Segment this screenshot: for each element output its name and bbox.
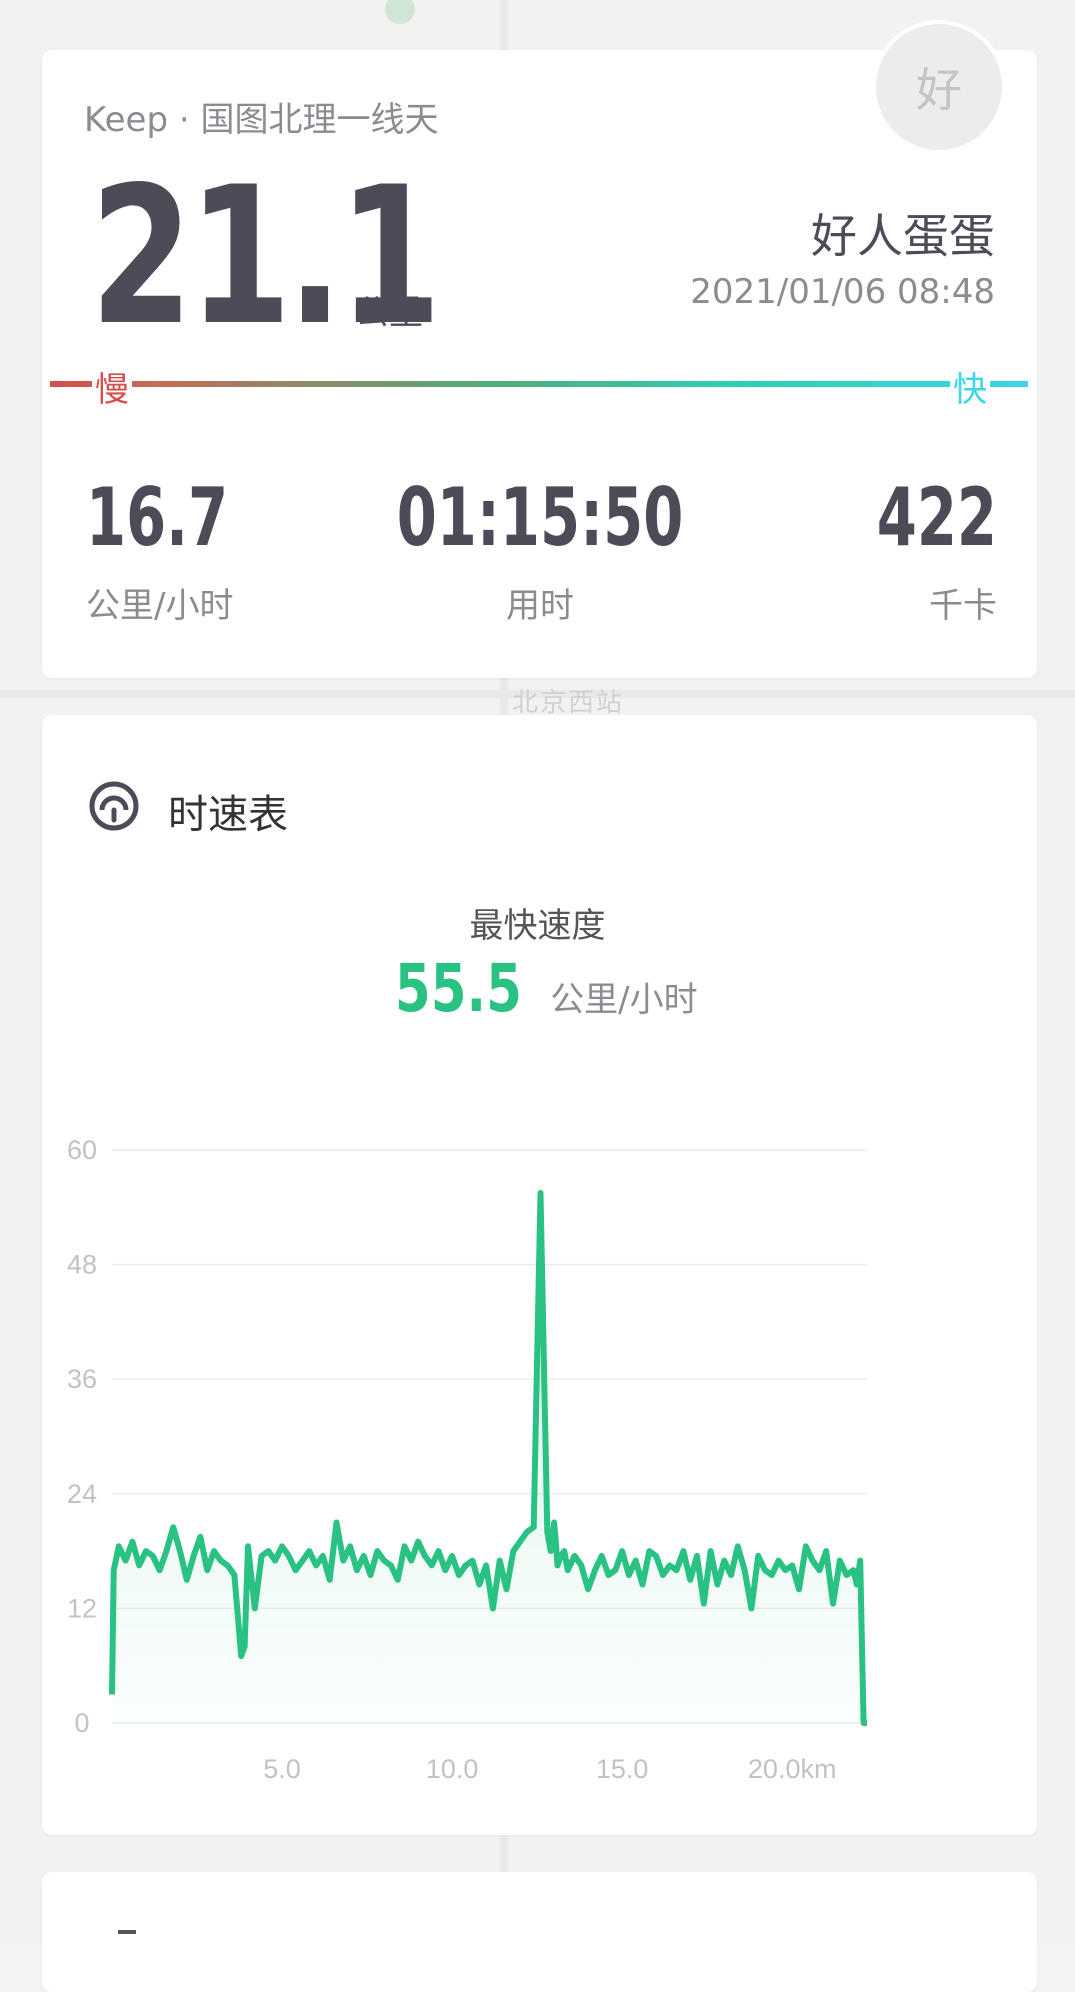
- y-tick-label: 48: [67, 1250, 97, 1280]
- distance-unit: 公里: [355, 293, 423, 333]
- section-title: 时速表: [168, 792, 288, 838]
- y-tick-label: 36: [67, 1364, 97, 1394]
- max-speed-row: 55.5 公里/小时: [0, 950, 1075, 1027]
- max-speed-value: 55.5: [395, 950, 523, 1027]
- max-speed-label: 最快速度: [469, 906, 606, 946]
- section-marker: [118, 1930, 136, 1934]
- next-card: [42, 1872, 1037, 1992]
- speedometer-icon: [89, 781, 139, 831]
- speed-area: [112, 1193, 867, 1723]
- workout-source: Keep · 国图北理一线天: [84, 100, 439, 140]
- pace-slow-label: 慢: [92, 362, 132, 411]
- username: 好人蛋蛋: [811, 209, 995, 263]
- y-tick-label: 12: [67, 1593, 97, 1623]
- y-axis: 0 12 24 36 48 60: [67, 1135, 97, 1738]
- x-tick-label: 5.0: [263, 1754, 301, 1784]
- max-speed-unit: 公里/小时: [550, 980, 698, 1020]
- map-marker: [385, 0, 415, 24]
- avg-speed-label: 公里/小时: [86, 586, 234, 626]
- calories-label: 千卡: [929, 586, 997, 626]
- x-axis: 5.0 10.0 15.0 20.0km: [263, 1754, 836, 1784]
- map-station-label: 北京西站: [512, 688, 625, 718]
- y-tick-label: 0: [74, 1708, 89, 1738]
- x-tick-label: 15.0: [596, 1754, 649, 1784]
- y-tick-label: 24: [67, 1479, 97, 1509]
- x-tick-label: 20.0km: [748, 1754, 837, 1784]
- workout-datetime: 2021/01/06 08:48: [690, 272, 995, 312]
- avg-speed-value: 16.7: [86, 471, 229, 564]
- x-tick-label: 10.0: [426, 1754, 479, 1784]
- avatar-initial: 好: [916, 63, 962, 117]
- speed-chart: 0 12 24 36 48 60 5.0 10.0 15.0 20.0km: [67, 1135, 867, 1784]
- avatar[interactable]: 好: [872, 20, 1006, 154]
- pace-fast-label: 快: [950, 362, 990, 411]
- pace-color-bar: [50, 381, 1028, 387]
- y-tick-label: 60: [67, 1135, 97, 1165]
- duration-text: 01:15:50: [396, 471, 684, 564]
- calories-value: 422: [876, 471, 997, 564]
- duration-label: 用时: [506, 586, 574, 626]
